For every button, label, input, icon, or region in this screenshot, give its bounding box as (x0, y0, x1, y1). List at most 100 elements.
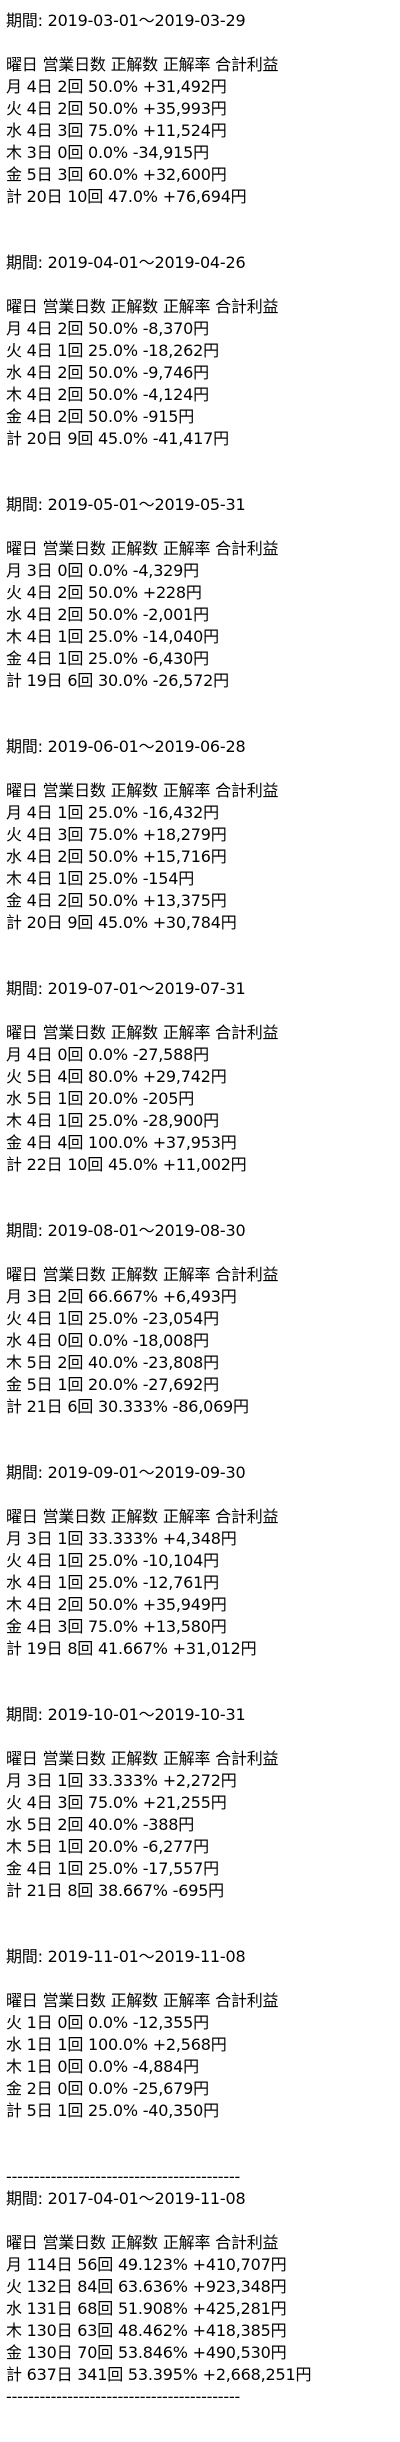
weekday-row: 金 4日 1回 25.0% -6,430円 (6, 649, 209, 668)
table-header: 曜日 営業日数 正解数 正解率 合計利益 (6, 539, 279, 558)
weekday-row: 水 5日 2回 40.0% -388円 (6, 1815, 195, 1834)
weekday-row: 木 4日 2回 50.0% -4,124円 (6, 385, 209, 404)
weekday-row: 月 4日 2回 50.0% -8,370円 (6, 319, 209, 338)
weekday-row: 月 3日 2回 66.667% +6,493円 (6, 1287, 237, 1306)
table-header: 曜日 営業日数 正解数 正解率 合計利益 (6, 297, 279, 316)
period-line: 期間: 2019-06-01～2019-06-28 (6, 737, 246, 756)
weekday-row: 火 4日 2回 50.0% +35,993円 (6, 99, 227, 118)
summary-weekday-row: 火 132日 84回 63.636% +923,348円 (6, 2277, 287, 2296)
weekday-row: 火 4日 1回 25.0% -10,104円 (6, 1551, 219, 1570)
weekday-row: 木 5日 2回 40.0% -23,808円 (6, 1353, 219, 1372)
period-line: 期間: 2019-10-01～2019-10-31 (6, 1705, 246, 1724)
weekday-row: 月 3日 1回 33.333% +4,348円 (6, 1529, 237, 1548)
weekday-row: 月 4日 2回 50.0% +31,492円 (6, 77, 227, 96)
total-row: 計 19日 6回 30.0% -26,572円 (6, 671, 229, 690)
table-header: 曜日 営業日数 正解数 正解率 合計利益 (6, 1507, 279, 1526)
weekday-row: 月 4日 1回 25.0% -16,432円 (6, 803, 219, 822)
weekday-row: 火 4日 3回 75.0% +21,255円 (6, 1793, 227, 1812)
weekday-row: 金 4日 4回 100.0% +37,953円 (6, 1133, 237, 1152)
weekday-row: 火 4日 1回 25.0% -23,054円 (6, 1309, 219, 1328)
weekday-row: 金 4日 1回 25.0% -17,557円 (6, 1859, 219, 1878)
total-row: 計 22日 10回 45.0% +11,002円 (6, 1155, 247, 1174)
period-line: 期間: 2019-03-01～2019-03-29 (6, 11, 246, 30)
summary-period-line: 期間: 2017-04-01～2019-11-08 (6, 2189, 246, 2208)
weekday-row: 水 5日 1回 20.0% -205円 (6, 1089, 195, 1108)
weekday-row: 水 4日 1回 25.0% -12,761円 (6, 1573, 219, 1592)
total-row: 計 5日 1回 25.0% -40,350円 (6, 2101, 219, 2120)
table-header: 曜日 営業日数 正解数 正解率 合計利益 (6, 1991, 279, 2010)
weekday-row: 月 3日 0回 0.0% -4,329円 (6, 561, 199, 580)
table-header: 曜日 営業日数 正解数 正解率 合計利益 (6, 781, 279, 800)
weekday-row: 木 5日 1回 20.0% -6,277円 (6, 1837, 209, 1856)
weekday-row: 木 1日 0回 0.0% -4,884円 (6, 2057, 199, 2076)
total-row: 計 21日 6回 30.333% -86,069円 (6, 1397, 249, 1416)
summary-weekday-row: 月 114日 56回 49.123% +410,707円 (6, 2255, 287, 2274)
weekday-row: 木 4日 1回 25.0% -14,040円 (6, 627, 219, 646)
weekday-row: 木 4日 1回 25.0% -154円 (6, 869, 195, 888)
weekday-row: 火 5日 4回 80.0% +29,742円 (6, 1067, 227, 1086)
weekday-row: 金 4日 3回 75.0% +13,580円 (6, 1617, 227, 1636)
weekday-row: 火 4日 2回 50.0% +228円 (6, 583, 202, 602)
total-row: 計 19日 8回 41.667% +31,012円 (6, 1639, 257, 1658)
period-line: 期間: 2019-07-01～2019-07-31 (6, 979, 246, 998)
weekday-row: 火 4日 1回 25.0% -18,262円 (6, 341, 219, 360)
weekday-row: 水 4日 3回 75.0% +11,524円 (6, 121, 227, 140)
summary-weekday-row: 金 130日 70回 53.846% +490,530円 (6, 2343, 287, 2362)
period-line: 期間: 2019-11-01～2019-11-08 (6, 1947, 246, 1966)
total-row: 計 20日 9回 45.0% +30,784円 (6, 913, 237, 932)
weekday-row: 水 4日 2回 50.0% -2,001円 (6, 605, 209, 624)
weekday-row: 木 3日 0回 0.0% -34,915円 (6, 143, 209, 162)
weekday-row: 水 4日 2回 50.0% +15,716円 (6, 847, 227, 866)
period-line: 期間: 2019-08-01～2019-08-30 (6, 1221, 246, 1240)
weekday-row: 水 4日 2回 50.0% -9,746円 (6, 363, 209, 382)
weekday-row: 金 4日 2回 50.0% +13,375円 (6, 891, 227, 910)
summary-total-row: 計 637日 341回 53.395% +2,668,251円 (6, 2365, 312, 2384)
weekday-row: 金 5日 3回 60.0% +32,600円 (6, 165, 227, 184)
summary-weekday-row: 木 130日 63回 48.462% +418,385円 (6, 2321, 287, 2340)
period-line: 期間: 2019-05-01～2019-05-31 (6, 495, 246, 514)
separator-line: ----------------------------------------… (6, 2387, 241, 2406)
weekday-row: 金 4日 2回 50.0% -915円 (6, 407, 195, 426)
total-row: 計 21日 8回 38.667% -695円 (6, 1881, 224, 1900)
period-line: 期間: 2019-09-01～2019-09-30 (6, 1463, 246, 1482)
table-header: 曜日 営業日数 正解数 正解率 合計利益 (6, 1265, 279, 1284)
table-header: 曜日 営業日数 正解数 正解率 合計利益 (6, 1023, 279, 1042)
total-row: 計 20日 9回 45.0% -41,417円 (6, 429, 229, 448)
weekday-row: 金 5日 1回 20.0% -27,692円 (6, 1375, 219, 1394)
separator-line: ----------------------------------------… (6, 2167, 241, 2186)
summary-table-header: 曜日 営業日数 正解数 正解率 合計利益 (6, 2233, 279, 2252)
period-line: 期間: 2019-04-01～2019-04-26 (6, 253, 246, 272)
weekday-row: 火 4日 3回 75.0% +18,279円 (6, 825, 227, 844)
weekday-row: 月 4日 0回 0.0% -27,588円 (6, 1045, 209, 1064)
weekday-row: 水 4日 0回 0.0% -18,008円 (6, 1331, 209, 1350)
table-header: 曜日 営業日数 正解数 正解率 合計利益 (6, 55, 279, 74)
weekday-row: 月 3日 1回 33.333% +2,272円 (6, 1771, 237, 1790)
weekday-row: 火 1日 0回 0.0% -12,355円 (6, 2013, 209, 2032)
weekday-row: 木 4日 2回 50.0% +35,949円 (6, 1595, 227, 1614)
weekday-row: 水 1日 1回 100.0% +2,568円 (6, 2035, 227, 2054)
weekday-row: 木 4日 1回 25.0% -28,900円 (6, 1111, 219, 1130)
weekday-row: 金 2日 0回 0.0% -25,679円 (6, 2079, 209, 2098)
table-header: 曜日 営業日数 正解数 正解率 合計利益 (6, 1749, 279, 1768)
document-body: 期間: 2019-03-01～2019-03-29 曜日 営業日数 正解数 正解率… (0, 0, 400, 2408)
total-row: 計 20日 10回 47.0% +76,694円 (6, 187, 247, 206)
